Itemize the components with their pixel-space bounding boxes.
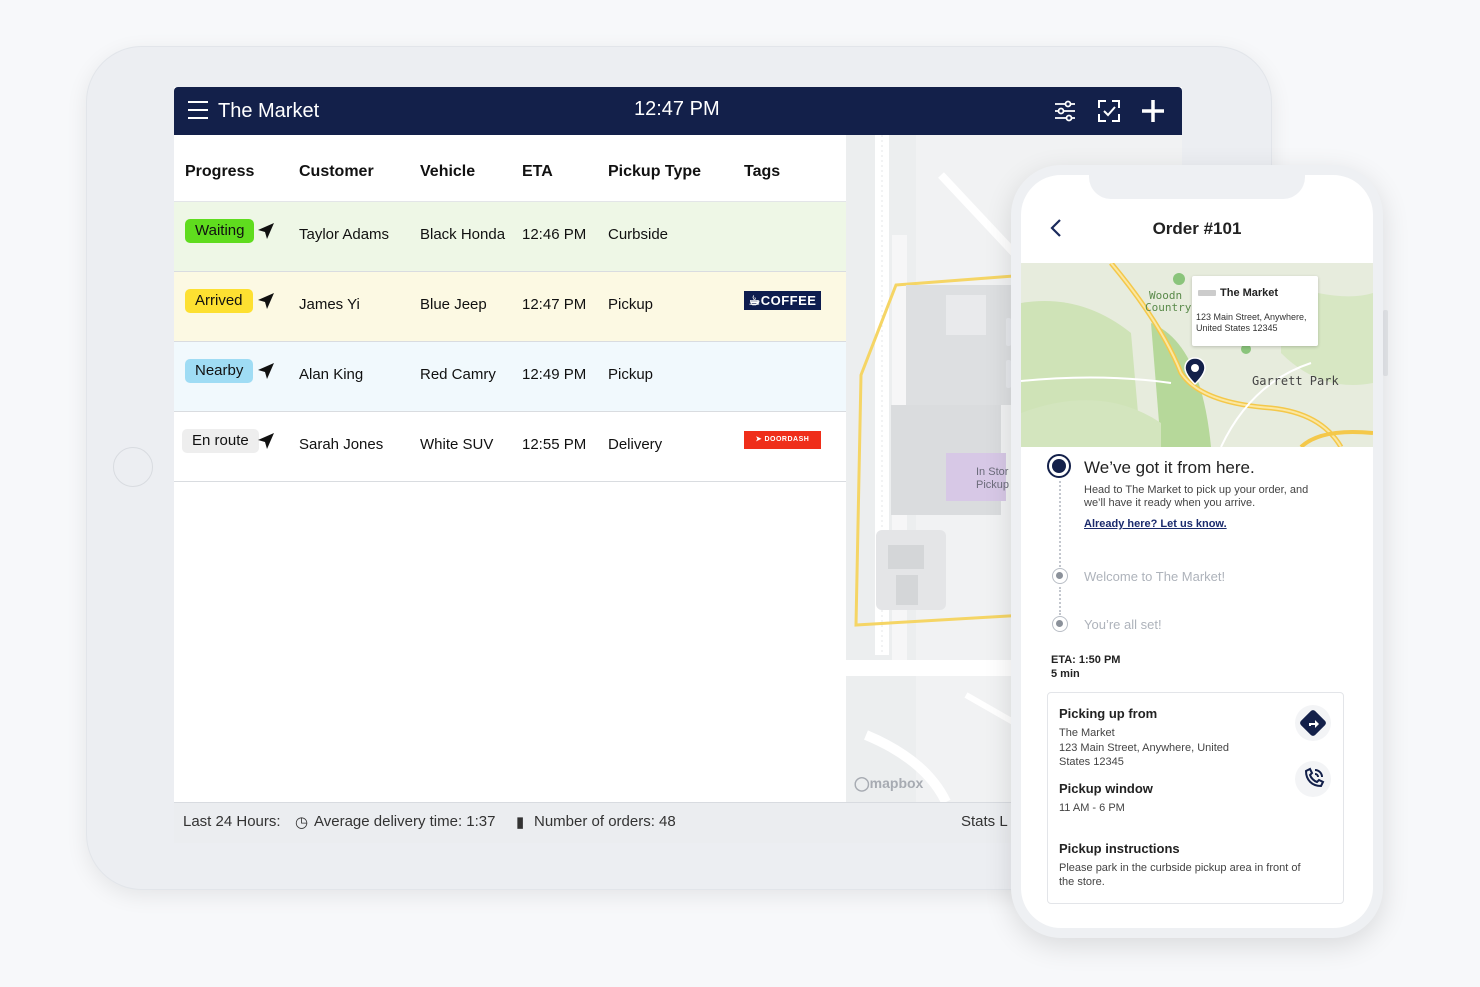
mapbox-logo-text: mapbox [869, 775, 924, 791]
order-map[interactable]: Woodn Country Garrett Park The Market 12… [1021, 263, 1373, 447]
map-area-label-line1: In Stor [976, 466, 1009, 478]
current-step-title: We’ve got it from here. [1084, 458, 1255, 477]
table-header: Progress Customer Vehicle ETA Pickup Typ… [174, 135, 846, 202]
current-step-description: Head to The Market to pick up your order… [1084, 484, 1309, 509]
pickup-type: Pickup [608, 296, 654, 313]
orders-table: Progress Customer Vehicle ETA Pickup Typ… [174, 135, 846, 802]
customer-name: Taylor Adams [299, 226, 390, 243]
table-row[interactable]: En route Sarah Jones White SUV 12:55 PM … [174, 412, 846, 482]
timeline-line [1059, 481, 1061, 567]
phone-frame: Order #101 Woodn Country Garrett Park Th… [1011, 165, 1383, 938]
map-town-label-2: Country [1145, 301, 1192, 314]
step-dot [1052, 568, 1068, 584]
filter-sliders-icon[interactable] [1052, 98, 1078, 124]
eta-info: ETA: 1:50 PM 5 min [1051, 653, 1120, 681]
pickup-type: Curbside [608, 226, 669, 243]
map-town-label-garrett: Garrett Park [1252, 374, 1339, 388]
step-dot [1052, 616, 1068, 632]
customer-name: James Yi [299, 296, 360, 313]
coffee-tag[interactable]: ☕︎COFFEE [744, 291, 821, 310]
header-eta[interactable]: ETA [522, 163, 553, 181]
call-button[interactable] [1295, 761, 1331, 797]
picking-up-heading: Picking up from [1059, 706, 1158, 721]
footer-stats-link[interactable]: Stats L [961, 813, 1008, 830]
header-tags[interactable]: Tags [744, 163, 780, 181]
navigation-arrow-icon [258, 293, 274, 309]
navigation-arrow-icon [258, 433, 274, 449]
status-badge[interactable]: Waiting [185, 219, 255, 243]
pickup-type: Pickup [608, 366, 654, 383]
eta: 12:55 PM [522, 436, 587, 453]
navigation-arrow-icon [258, 363, 274, 379]
order-header: Order #101 [1021, 203, 1373, 263]
customer-name: Alan King [299, 366, 364, 383]
phone-power-button [1383, 310, 1388, 376]
footer-orders: Number of orders: 48 [534, 813, 676, 830]
clock-icon: ◷ [295, 814, 309, 831]
pickup-window-value: 11 AM - 6 PM [1059, 802, 1125, 814]
coffee-tag-label: COFFEE [760, 293, 817, 308]
step-all-set: You’re all set! [1084, 617, 1162, 632]
order-title: Order #101 [1152, 219, 1242, 238]
vehicle: Red Camry [420, 366, 496, 383]
current-step-dot [1047, 454, 1071, 478]
add-icon[interactable] [1140, 98, 1166, 124]
map-area-label-line2: Pickup [976, 479, 1010, 491]
store-logo-icon [1198, 290, 1216, 296]
doordash-tag-label: DOORDASH [764, 436, 810, 443]
map-area-label: In Stor Pickup [976, 466, 1009, 492]
vehicle: Black Honda [420, 226, 506, 243]
eta: 12:46 PM [522, 226, 587, 243]
expand-icon[interactable] [1096, 98, 1122, 124]
pickup-instructions-heading: Pickup instructions [1059, 841, 1180, 856]
tablet-home-button[interactable] [113, 447, 153, 487]
footer-period: Last 24 Hours: [183, 813, 281, 830]
top-bar: The Market 12:47 PM [174, 87, 1182, 135]
step-welcome: Welcome to The Market! [1084, 569, 1226, 584]
pickup-type: Delivery [608, 436, 663, 453]
bookmark-icon: ▮ [516, 814, 525, 831]
header-customer[interactable]: Customer [299, 163, 374, 181]
timeline-line [1059, 587, 1061, 615]
vehicle: Blue Jeep [420, 296, 487, 313]
menu-icon[interactable] [188, 101, 208, 119]
already-here-link[interactable]: Already here? Let us know. [1084, 518, 1227, 530]
doordash-tag[interactable]: ➤ DOORDASH [744, 431, 821, 449]
picking-up-name: The Market [1059, 727, 1115, 739]
phone-call-icon [1304, 767, 1325, 788]
store-map-card[interactable]: The Market 123 Main Street, Anywhere, Un… [1192, 276, 1318, 346]
location-pin-icon[interactable] [1184, 357, 1206, 385]
status-badge[interactable]: Nearby [185, 359, 254, 383]
table-row[interactable]: Arrived James Yi Blue Jeep 12:47 PM Pick… [174, 272, 846, 342]
vehicle: White SUV [420, 436, 494, 453]
table-row[interactable]: Waiting Taylor Adams Black Honda 12:46 P… [174, 202, 846, 272]
table-row[interactable]: Nearby Alan King Red Camry 12:49 PM Pick… [174, 342, 846, 412]
navigation-arrow-icon [258, 223, 274, 239]
eta-time: ETA: 1:50 PM [1051, 654, 1121, 666]
status-badge[interactable]: En route [182, 429, 259, 453]
header-progress[interactable]: Progress [185, 163, 254, 181]
phone-notch [1089, 175, 1305, 199]
header-vehicle[interactable]: Vehicle [420, 163, 475, 181]
app-title: The Market [218, 100, 320, 122]
picking-up-address: 123 Main Street, Anywhere, United States… [1059, 742, 1229, 768]
eta: 12:47 PM [522, 296, 587, 313]
eta-minutes: 5 min [1051, 668, 1080, 680]
customer-name: Sarah Jones [299, 436, 384, 453]
status-badge[interactable]: Arrived [185, 289, 253, 313]
pickup-window-heading: Pickup window [1059, 781, 1153, 796]
eta: 12:49 PM [522, 366, 587, 383]
header-pickup-type[interactable]: Pickup Type [608, 163, 701, 181]
directions-icon [1300, 710, 1326, 736]
map-card-address: 123 Main Street, Anywhere, United States… [1196, 312, 1307, 333]
map-card-name: The Market [1220, 287, 1279, 299]
pickup-instructions-value: Please park in the curbside pickup area … [1059, 862, 1301, 888]
clock: 12:47 PM [634, 98, 720, 120]
directions-button[interactable] [1295, 705, 1331, 741]
mapbox-logo[interactable]: ◯mapbox [854, 775, 923, 792]
pickup-info-card: Picking up from The Market 123 Main Stre… [1047, 692, 1344, 904]
footer-avg-delivery: Average delivery time: 1:37 [314, 813, 496, 830]
